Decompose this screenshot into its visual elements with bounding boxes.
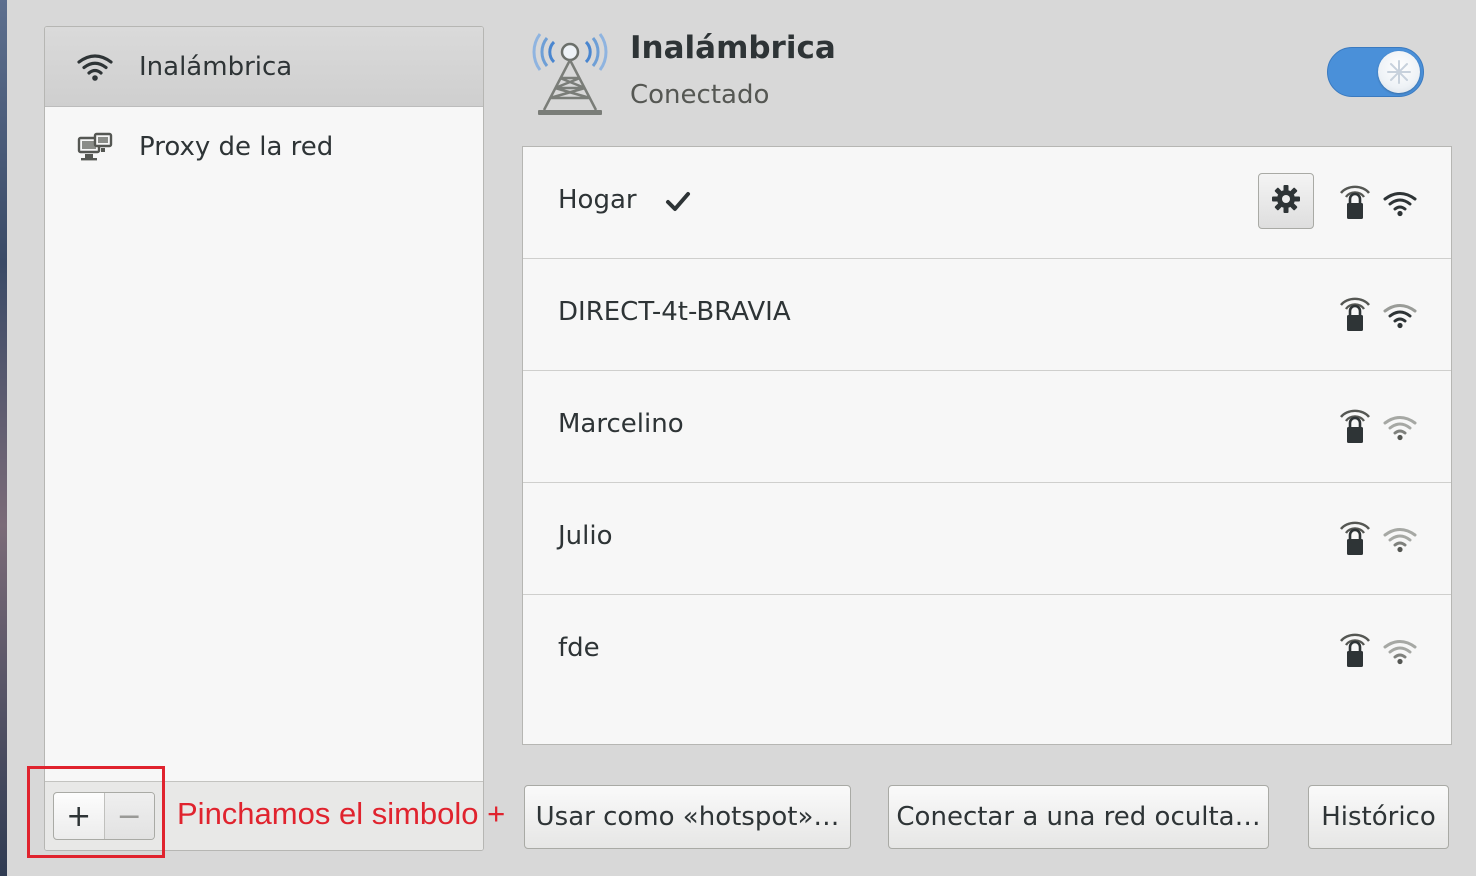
secured-lock-icon [1339, 295, 1371, 333]
annotation-text: Pinchamos el simbolo + [177, 796, 506, 831]
network-name: fde [558, 633, 600, 663]
use-as-hotspot-button[interactable]: Usar como «hotspot»… [524, 785, 851, 849]
secured-lock-icon [1339, 519, 1371, 557]
network-name: Marcelino [558, 409, 684, 439]
desktop-background-edge [0, 0, 7, 876]
sidebar-item-label: Proxy de la red [139, 132, 334, 162]
network-settings-button[interactable] [1258, 173, 1314, 229]
wifi-signal-strong-icon [1383, 189, 1417, 217]
gear-icon [1271, 184, 1301, 218]
sidebar-item-wireless[interactable]: Inalámbrica [45, 27, 483, 107]
connect-hidden-network-button[interactable]: Conectar a una red oculta… [888, 785, 1269, 849]
connection-status: Conectado [630, 80, 770, 110]
wifi-signal-weak-icon [1383, 525, 1417, 553]
network-name: DIRECT-4t-BRAVIA [558, 297, 791, 327]
wireless-toggle-switch[interactable] [1327, 47, 1424, 97]
sidebar-item-label: Inalámbrica [139, 51, 293, 82]
secured-lock-icon [1339, 631, 1371, 669]
secured-lock-icon [1339, 183, 1371, 221]
wifi-signal-strong-icon [1383, 301, 1417, 329]
history-button[interactable]: Histórico [1308, 785, 1449, 849]
sidebar-item-proxy[interactable]: Proxy de la red [45, 108, 483, 186]
network-proxy-icon [75, 127, 115, 167]
checkmark-icon [665, 189, 691, 215]
wireless-antenna-icon [530, 26, 610, 118]
toggle-knob [1378, 51, 1420, 93]
annotation-highlight-box [27, 766, 165, 858]
network-row-direct-bravia[interactable]: DIRECT-4t-BRAVIA [523, 259, 1451, 371]
sidebar: Inalámbrica Proxy de la red + − [44, 26, 484, 851]
network-settings-window: Inalámbrica Proxy de la red + − Pinchamo… [0, 0, 1476, 876]
wifi-signal-weak-icon [1383, 413, 1417, 441]
network-row-julio[interactable]: Julio [523, 483, 1451, 595]
connection-title: Inalámbrica [630, 30, 836, 66]
wifi-signal-icon [75, 47, 115, 87]
network-row-marcelino[interactable]: Marcelino [523, 371, 1451, 483]
secured-lock-icon [1339, 407, 1371, 445]
wifi-signal-weak-icon [1383, 637, 1417, 665]
network-name: Hogar [558, 185, 637, 215]
network-name: Julio [558, 521, 613, 551]
network-row-fde[interactable]: fde [523, 595, 1451, 707]
network-row-hogar[interactable]: Hogar [523, 147, 1451, 259]
network-list: Hogar DIRECT-4t-BRAVIA Marcelino Julio f… [522, 146, 1452, 745]
